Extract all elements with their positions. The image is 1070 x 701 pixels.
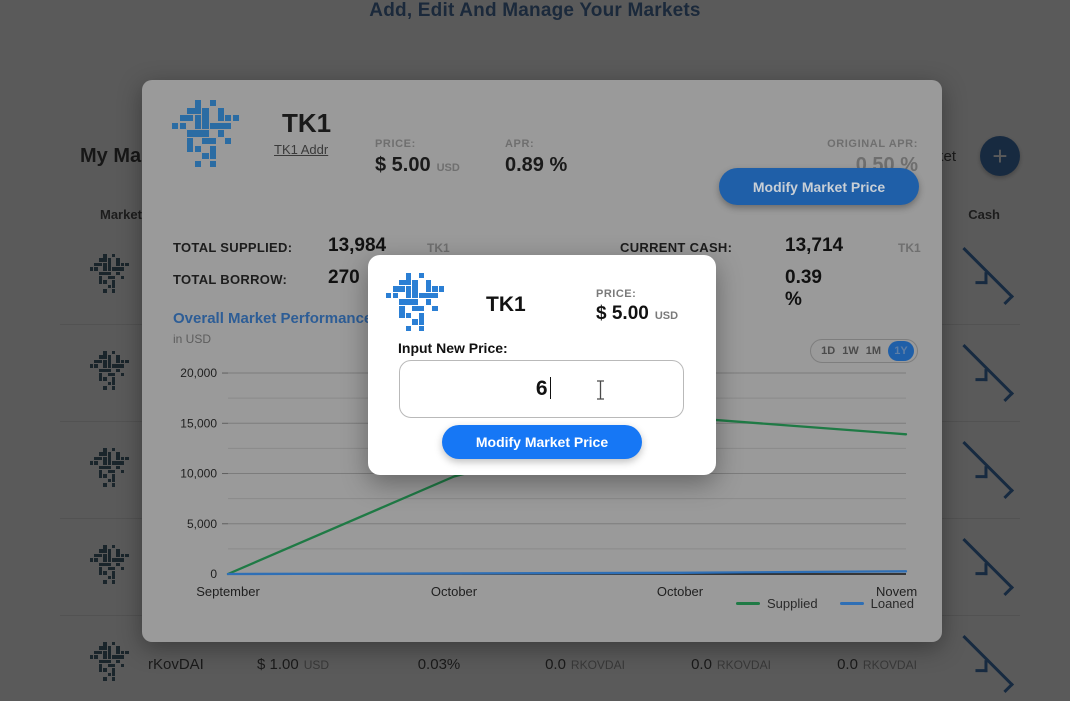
new-price-label: Input New Price: <box>398 340 508 356</box>
legend-swatch-loaned <box>839 602 864 605</box>
legend-label-supplied: Supplied <box>767 596 818 611</box>
detail-price-unit: USD <box>436 162 460 174</box>
detail-apr-value: 0.89 % <box>505 154 568 176</box>
new-price-text: 6 <box>535 377 548 400</box>
detail-original-apr-label: ORIGINAL APR: <box>827 138 918 150</box>
ibeam-cursor-icon <box>597 380 604 400</box>
chart-x-tick-label: October <box>657 584 704 599</box>
app-root: Add, Edit And Manage Your Markets My Mar… <box>0 0 1070 701</box>
stat-total-supplied-value: 13,984 <box>328 235 387 256</box>
chart-y-tick-label: 10,000 <box>180 467 217 481</box>
chart-y-tick-label: 20,000 <box>180 366 217 380</box>
chart-legend: Supplied Loaned <box>736 596 914 611</box>
modify-price-dialog: TK1 PRICE: $ 5.00 USD Input New Price: 6 … <box>368 255 716 475</box>
detail-price-block: PRICE: $ 5.00 USD <box>375 138 460 177</box>
stat-total-borrow-label: TOTAL BORROW: <box>173 272 288 287</box>
stat-current-cash: CURRENT CASH: 13,714 TK1 <box>620 235 921 256</box>
chart-title: Overall Market Performance <box>173 310 373 327</box>
detail-apr-label: APR: <box>505 138 535 150</box>
legend-item-loaned: Loaned <box>839 596 914 611</box>
detail-apr-block: APR: 0.89 % <box>505 138 567 177</box>
detail-price-label: PRICE: <box>375 138 416 150</box>
chart-y-tick-label: 5,000 <box>187 517 217 531</box>
stat-total-borrow: TOTAL BORROW: 270 <box>173 267 360 288</box>
dialog-price-unit: USD <box>654 310 679 322</box>
stat-current-cash-unit: TK1 <box>898 241 921 255</box>
legend-label-loaned: Loaned <box>870 596 914 611</box>
detail-symbol: TK1 <box>282 108 332 138</box>
stat-total-supplied-unit: TK1 <box>427 241 450 255</box>
stat-borrow-rate-value: 0.39 % <box>785 267 822 310</box>
stat-total-supplied: TOTAL SUPPLIED: 13,984 TK1 <box>173 235 450 256</box>
chart-x-tick-label: October <box>431 584 478 599</box>
dialog-token-logo-icon <box>386 273 452 339</box>
stat-total-supplied-label: TOTAL SUPPLIED: <box>173 240 293 255</box>
dialog-price-value: $ 5.00 USD <box>596 303 678 325</box>
legend-item-supplied: Supplied <box>736 596 818 611</box>
detail-price-value: $ 5.00 USD <box>375 154 460 177</box>
modify-market-price-button[interactable]: Modify Market Price <box>719 168 919 205</box>
stat-total-borrow-value: 270 <box>328 267 360 288</box>
stat-current-cash-value: 13,714 <box>785 235 844 256</box>
detail-price-amount: $ 5.00 <box>375 154 431 176</box>
chart-y-tick-label: 15,000 <box>180 416 217 430</box>
chart-x-tick-label: September <box>196 584 260 599</box>
token-logo-icon <box>172 100 248 176</box>
dialog-submit-button[interactable]: Modify Market Price <box>442 425 642 459</box>
new-price-input[interactable]: 6 <box>399 360 684 418</box>
dialog-price-label: PRICE: <box>596 288 637 300</box>
legend-swatch-supplied <box>736 602 760 605</box>
new-price-input-value: 6 <box>535 377 552 401</box>
dialog-symbol: TK1 <box>486 293 526 316</box>
dialog-price-amount: $ 5.00 <box>596 303 649 324</box>
chart-y-tick-label: 0 <box>210 567 217 581</box>
detail-address-link[interactable]: TK1 Addr <box>274 142 328 157</box>
stat-current-cash-label: CURRENT CASH: <box>620 240 733 255</box>
text-caret <box>549 377 552 399</box>
chart-subtitle: in USD <box>173 332 212 346</box>
